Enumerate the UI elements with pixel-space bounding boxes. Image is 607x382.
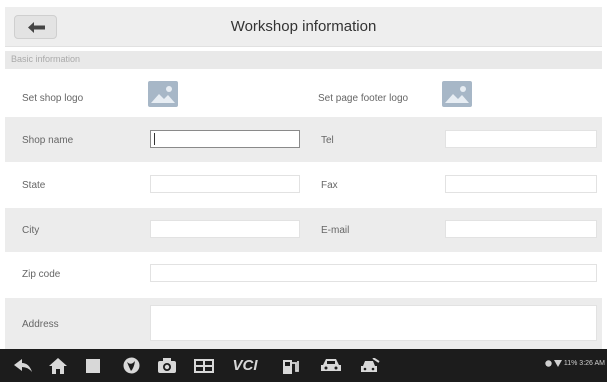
display-icon[interactable] xyxy=(191,349,217,382)
city-row: City E-mail xyxy=(5,208,602,252)
footer-logo-label: Set page footer logo xyxy=(318,93,409,104)
car-icon[interactable] xyxy=(318,349,344,382)
shop-logo-image-icon[interactable] xyxy=(148,81,178,107)
zip-row: Zip code xyxy=(5,253,602,297)
address-row: Address xyxy=(5,298,602,349)
page-title: Workshop information xyxy=(230,18,377,35)
workshop-information-screen: Workshop information Basic information S… xyxy=(0,0,607,382)
recent-apps-icon[interactable] xyxy=(80,349,106,382)
text-caret xyxy=(154,133,155,145)
state-label: State xyxy=(22,180,46,191)
vci-icon[interactable]: VCI xyxy=(227,349,263,382)
header-bar: Workshop information xyxy=(5,7,602,47)
back-icon[interactable] xyxy=(10,349,36,382)
state-row: State Fax xyxy=(5,163,602,207)
zip-label: Zip code xyxy=(22,269,61,280)
wifi-icon xyxy=(553,360,562,367)
fax-input[interactable] xyxy=(445,175,597,193)
address-input[interactable] xyxy=(150,305,597,341)
shop-name-row: Shop name Tel xyxy=(5,117,602,162)
state-input[interactable] xyxy=(150,175,300,193)
shop-logo-label: Set shop logo xyxy=(22,93,84,104)
status-indicators: 11% 3:26 AM xyxy=(545,360,605,367)
fax-label: Fax xyxy=(321,180,338,191)
tel-label: Tel xyxy=(321,135,334,146)
shop-name-label: Shop name xyxy=(22,135,74,146)
location-icon xyxy=(545,360,552,367)
camera-icon[interactable] xyxy=(154,349,180,382)
city-input[interactable] xyxy=(150,220,300,238)
shop-name-input[interactable] xyxy=(150,130,300,148)
address-label: Address xyxy=(22,319,59,330)
email-input[interactable] xyxy=(445,220,597,238)
email-label: E-mail xyxy=(321,225,350,236)
city-label: City xyxy=(22,225,40,236)
car-tools-icon[interactable] xyxy=(356,349,384,382)
zip-input[interactable] xyxy=(150,264,597,282)
status-text: 11% 3:26 AM xyxy=(563,360,605,367)
vci-label: VCI xyxy=(232,357,258,374)
section-header: Basic information xyxy=(5,51,602,69)
footer-logo-image-icon[interactable] xyxy=(442,81,472,107)
system-navigation-bar: VCI 11% 3:26 AM xyxy=(0,349,607,382)
tel-input[interactable] xyxy=(445,130,597,148)
browser-icon[interactable] xyxy=(118,349,144,382)
section-title: Basic information xyxy=(11,54,81,64)
home-icon[interactable] xyxy=(45,349,71,382)
logo-row: Set shop logo Set page footer logo xyxy=(5,69,602,116)
gas-station-icon[interactable] xyxy=(278,349,304,382)
